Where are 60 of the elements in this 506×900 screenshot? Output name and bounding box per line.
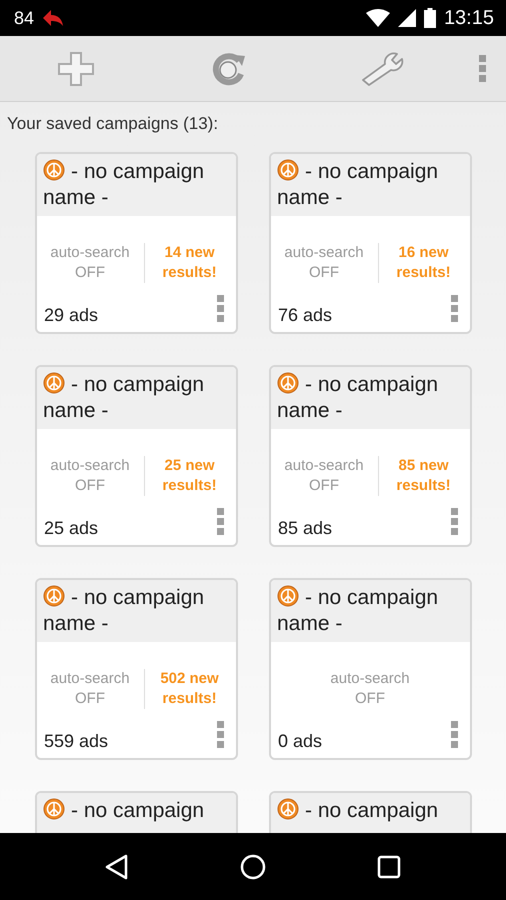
auto-search-status: auto-search OFF: [44, 243, 145, 283]
campaign-title: - no campaign name -: [277, 372, 440, 424]
ads-count: 0 ads: [278, 731, 322, 752]
add-icon: [56, 50, 96, 86]
new-results-label: 25 new results!: [161, 456, 218, 496]
clock-time: 13:15: [444, 6, 494, 30]
campaign-title: - no campaign name -: [277, 585, 440, 637]
campaign-card[interactable]: - no campaign name - auto-search OFF 0 ads: [269, 578, 472, 760]
more-icon: [478, 55, 486, 82]
reply-icon: [42, 9, 64, 27]
campaign-card[interactable]: - no campaign name - auto-search OFF 85 new results! 85 ads: [269, 365, 472, 547]
campaign-card[interactable]: - no campaign name - auto-search OFF 16 new results! 76 ads: [269, 152, 472, 334]
peace-icon: [277, 159, 299, 181]
peace-icon: [43, 372, 65, 394]
peace-icon: [277, 372, 299, 394]
wifi-icon: [366, 9, 390, 27]
battery-icon: [424, 8, 436, 28]
campaign-title: - no campaign name -: [43, 372, 206, 424]
campaign-title: - no campaign: [43, 798, 230, 824]
new-results-label: 16 new results!: [395, 243, 452, 283]
peace-icon: [277, 585, 299, 607]
more-icon: [451, 721, 458, 748]
more-icon: [217, 508, 224, 535]
peace-icon: [43, 159, 65, 181]
ads-count: 85 ads: [278, 518, 332, 539]
campaign-title: - no campaign name -: [43, 159, 206, 211]
home-icon: [240, 854, 266, 880]
auto-search-status: auto-search OFF: [278, 456, 379, 496]
peace-icon: [277, 798, 299, 820]
campaign-card[interactable]: - no campaign name - auto-search OFF 502 new results! 559 ads: [35, 578, 238, 760]
peace-icon: [43, 585, 65, 607]
auto-search-status: auto-search OFF: [278, 243, 379, 283]
ads-count: 559 ads: [44, 731, 108, 752]
auto-search-status: auto-search OFF: [330, 669, 410, 709]
campaign-title: - no campaign name -: [43, 585, 206, 637]
more-icon: [217, 721, 224, 748]
ads-count: 29 ads: [44, 305, 98, 326]
more-icon: [217, 295, 224, 322]
refresh-icon: [211, 52, 247, 86]
campaign-title: - no campaign: [277, 798, 464, 824]
notification-count: 84: [14, 8, 34, 28]
new-results-label: 502 new results!: [159, 669, 220, 709]
new-results-label: 85 new results!: [395, 456, 452, 496]
more-icon: [451, 295, 458, 322]
campaign-card[interactable]: - no campaign name - auto-search OFF 14 new results! 29 ads: [35, 152, 238, 334]
ads-count: 76 ads: [278, 305, 332, 326]
ads-count: 25 ads: [44, 518, 98, 539]
auto-search-status: auto-search OFF: [44, 669, 145, 709]
recents-icon: [376, 854, 401, 878]
back-icon: [105, 854, 130, 880]
campaign-card[interactable]: - no campaign: [269, 791, 472, 833]
new-results-label: 14 new results!: [161, 243, 218, 283]
signal-icon: [398, 9, 416, 27]
more-icon: [451, 508, 458, 535]
campaign-card[interactable]: - no campaign name - auto-search OFF 25 new results! 25 ads: [35, 365, 238, 547]
campaign-title: - no campaign name -: [277, 159, 440, 211]
campaign-card[interactable]: - no campaign: [35, 791, 238, 833]
auto-search-status: auto-search OFF: [44, 456, 145, 496]
campaigns-heading: Your saved campaigns (13):: [6, 113, 220, 135]
peace-icon: [43, 798, 65, 820]
